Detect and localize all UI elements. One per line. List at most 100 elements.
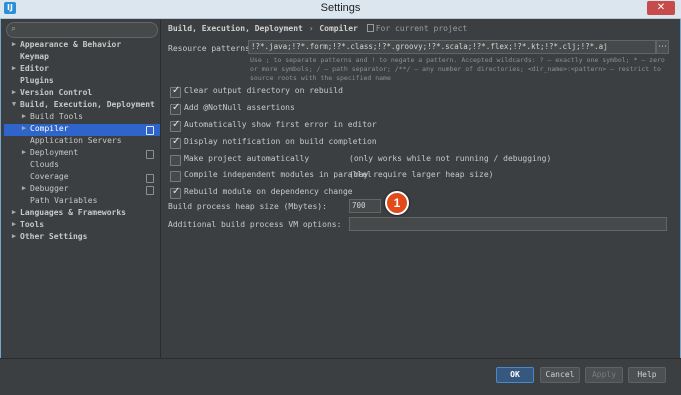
- sidebar-item-label: Build Tools: [30, 112, 83, 121]
- option-label: Rebuild module on dependency change: [184, 187, 353, 196]
- breadcrumb: Build, Execution, Deployment › Compiler …: [168, 24, 467, 33]
- sidebar-item-appearance-behavior[interactable]: ▶ Appearance & Behavior: [4, 40, 160, 52]
- checkbox-checked[interactable]: ✓: [170, 102, 181, 115]
- sidebar-item-label: Application Servers: [30, 136, 122, 145]
- heap-size-input[interactable]: 700: [349, 199, 381, 213]
- sidebar-item-plugins[interactable]: Plugins: [4, 76, 160, 88]
- chevron-right-icon[interactable]: ▶: [10, 208, 18, 216]
- checkmark-icon: ✓: [172, 186, 181, 197]
- sidebar-item-keymap[interactable]: Keymap: [4, 52, 160, 64]
- sidebar-item-label: Clouds: [30, 160, 59, 169]
- checkbox-checked[interactable]: ✓: [170, 119, 181, 132]
- checkbox-checked[interactable]: ✓: [170, 136, 181, 149]
- project-scope-icon: [146, 150, 154, 159]
- apply-button[interactable]: Apply: [585, 367, 623, 383]
- chevron-right-icon[interactable]: ▶: [10, 64, 18, 72]
- chevron-right-icon[interactable]: ▶: [20, 148, 28, 156]
- ok-button[interactable]: OK: [496, 367, 534, 383]
- option-label: Display notification on build completion: [184, 137, 377, 146]
- chevron-right-icon[interactable]: ▶: [20, 112, 28, 120]
- chevron-right-icon[interactable]: ▶: [10, 220, 18, 228]
- sidebar-item-label: Compiler: [30, 124, 69, 133]
- sidebar-item-version-control[interactable]: ▶ Version Control: [4, 88, 160, 100]
- chevron-right-icon[interactable]: ▶: [20, 124, 28, 132]
- checkmark-icon: ✓: [172, 136, 181, 147]
- sidebar-item-other-settings[interactable]: ▶ Other Settings: [4, 232, 160, 244]
- resource-patterns-input[interactable]: !?*.java;!?*.form;!?*.class;!?*.groovy;!…: [248, 40, 656, 54]
- vm-options-input[interactable]: [349, 217, 667, 231]
- checkmark-icon: ✓: [172, 85, 181, 96]
- title-bar: IJ Settings ✕: [0, 0, 681, 19]
- checkbox-unchecked[interactable]: [170, 155, 181, 166]
- option-label: Make project automatically: [184, 154, 310, 163]
- sidebar-item-label: Build, Execution, Deployment: [20, 100, 155, 109]
- expand-field-button[interactable]: ⋯: [656, 40, 669, 54]
- sidebar-item-label: Deployment: [30, 148, 79, 157]
- project-scope-icon: [146, 186, 154, 195]
- option-label: Compile independent modules in parallel: [184, 170, 372, 179]
- checkmark-icon: ✓: [172, 119, 181, 130]
- sidebar-item-label: Languages & Frameworks: [20, 208, 126, 217]
- breadcrumb-build: Build, Execution, Deployment: [168, 24, 303, 33]
- sidebar-item-label: Debugger: [30, 184, 69, 193]
- option-label: Add @NotNull assertions: [184, 103, 295, 112]
- settings-window: IJ Settings ✕ ⌕ ▶ Appearance & Behavior Ke…: [0, 0, 681, 395]
- sidebar-item-application-servers[interactable]: Application Servers: [4, 136, 160, 148]
- sidebar-item-coverage[interactable]: Coverage: [4, 172, 160, 184]
- sidebar-item-label: Coverage: [30, 172, 69, 181]
- sidebar-item-build-tools[interactable]: ▶ Build Tools: [4, 112, 160, 124]
- option-note: (only works while not running / debuggin…: [349, 154, 552, 163]
- sidebar-item-label: Path Variables: [30, 196, 98, 205]
- option-note: (may require larger heap size): [349, 170, 494, 179]
- sidebar-item-label: Editor: [20, 64, 49, 73]
- search-icon: ⌕: [11, 24, 17, 34]
- checkbox-checked[interactable]: ✓: [170, 186, 181, 199]
- help-button[interactable]: Help: [628, 367, 666, 383]
- sidebar-item-label: Version Control: [20, 88, 93, 97]
- breadcrumb-compiler: Compiler: [319, 24, 358, 33]
- sidebar-item-label: Tools: [20, 220, 45, 229]
- window-title: Settings: [320, 2, 361, 14]
- chevron-right-icon[interactable]: ▶: [10, 88, 18, 96]
- search-box[interactable]: ⌕: [6, 22, 158, 38]
- chevron-right-icon[interactable]: ▶: [10, 40, 18, 48]
- project-scope-icon: [146, 174, 154, 183]
- project-scope-icon: [366, 24, 374, 32]
- settings-sidebar: ⌕ ▶ Appearance & Behavior Keymap ▶ Editor Plu…: [4, 20, 161, 358]
- sidebar-item-label: Plugins: [20, 76, 54, 85]
- sidebar-item-tools[interactable]: ▶ Tools: [4, 220, 160, 232]
- option-label: Automatically show first error in editor: [184, 120, 377, 129]
- compiler-settings-panel: Build, Execution, Deployment › Compiler …: [162, 20, 677, 358]
- sidebar-item-label: Other Settings: [20, 232, 88, 241]
- sidebar-item-label: Appearance & Behavior: [20, 40, 122, 49]
- cancel-button[interactable]: Cancel: [540, 367, 580, 383]
- settings-tree: ▶ Appearance & Behavior Keymap ▶ Editor Plugi…: [4, 40, 160, 244]
- callout-marker: 1: [385, 191, 409, 215]
- dialog-footer: OK Cancel Apply Help: [0, 358, 681, 395]
- search-input[interactable]: [23, 23, 149, 37]
- sidebar-item-compiler[interactable]: ▶ Compiler: [4, 124, 160, 136]
- sidebar-item-build-execution-deployment[interactable]: ▼ Build, Execution, Deployment: [4, 100, 160, 112]
- sidebar-item-label: Keymap: [20, 52, 49, 61]
- sidebar-item-deployment[interactable]: ▶ Deployment: [4, 148, 160, 160]
- breadcrumb-separator: ›: [308, 24, 314, 33]
- checkbox-checked[interactable]: ✓: [170, 85, 181, 98]
- sidebar-item-editor[interactable]: ▶ Editor: [4, 64, 160, 76]
- heap-size-label: Build process heap size (Mbytes):: [168, 202, 327, 211]
- option-label: Clear output directory on rebuild: [184, 86, 343, 95]
- chevron-right-icon[interactable]: ▶: [10, 232, 18, 240]
- close-button[interactable]: ✕: [647, 1, 675, 15]
- checkmark-icon: ✓: [172, 102, 181, 113]
- project-scope-note: For current project: [375, 24, 468, 33]
- sidebar-item-path-variables[interactable]: Path Variables: [4, 196, 160, 208]
- sidebar-item-debugger[interactable]: ▶ Debugger: [4, 184, 160, 196]
- resource-patterns-hint: Use ; to separate patterns and ! to nega…: [250, 56, 665, 82]
- checkbox-unchecked[interactable]: [170, 171, 181, 182]
- resource-patterns-label: Resource patterns:: [168, 44, 255, 53]
- project-scope-icon: [146, 126, 154, 135]
- sidebar-item-clouds[interactable]: Clouds: [4, 160, 160, 172]
- chevron-down-icon[interactable]: ▼: [10, 100, 18, 108]
- chevron-right-icon[interactable]: ▶: [20, 184, 28, 192]
- vm-options-label: Additional build process VM options:: [168, 220, 342, 229]
- sidebar-item-languages-frameworks[interactable]: ▶ Languages & Frameworks: [4, 208, 160, 220]
